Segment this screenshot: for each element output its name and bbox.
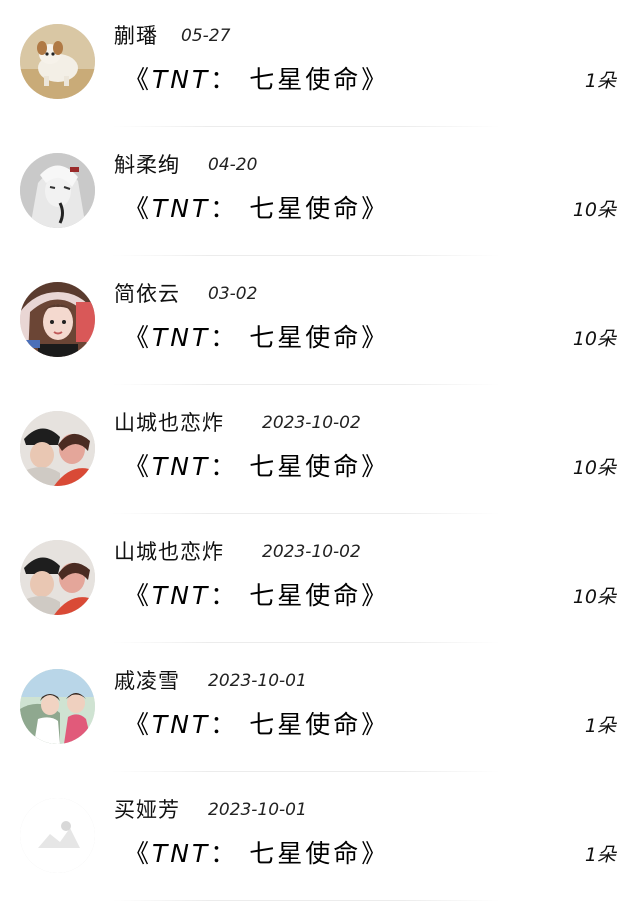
- title-bracket-close: 》: [361, 323, 390, 352]
- title-rest: ： 七星使命: [210, 452, 362, 481]
- divider: [112, 771, 500, 772]
- title-bracket-open: 《: [124, 839, 153, 868]
- username: 山城也恋炸: [114, 540, 224, 564]
- timestamp: 2023-10-02: [262, 413, 361, 433]
- timestamp: 2023-10-01: [208, 800, 307, 820]
- timestamp: 03-02: [208, 284, 258, 304]
- title-bracket-close: 》: [361, 65, 390, 94]
- title-bracket-close: 》: [361, 452, 390, 481]
- gift-count: 10朵: [572, 328, 616, 350]
- list-item[interactable]: 简依云 03-02 《TNT： 七星使命》 10朵: [0, 258, 640, 387]
- gift-count: 10朵: [572, 457, 616, 479]
- couple-photo-avatar[interactable]: [20, 540, 95, 615]
- username: 斛柔绚: [114, 153, 180, 177]
- username: 蒯璠: [114, 24, 158, 48]
- title-bracket-close: 》: [361, 581, 390, 610]
- gift-count: 1朵: [584, 70, 616, 92]
- list-item[interactable]: 斛柔绚 04-20 《TNT： 七星使命》 10朵: [0, 129, 640, 258]
- divider: [112, 513, 500, 514]
- puppy-avatar[interactable]: [20, 24, 95, 99]
- item-title: 《TNT： 七星使命》: [124, 834, 389, 870]
- list-item[interactable]: 买娅芳 2023-10-01 《TNT： 七星使命》 1朵: [0, 774, 640, 903]
- title-tnt: TNT: [152, 323, 211, 352]
- item-title: 《TNT： 七星使命》: [124, 705, 389, 741]
- username: 买娅芳: [114, 798, 180, 822]
- title-bracket-open: 《: [124, 194, 153, 223]
- gift-count: 10朵: [572, 199, 616, 221]
- gift-count: 1朵: [584, 844, 616, 866]
- title-bracket-close: 》: [361, 710, 390, 739]
- couple-photo-avatar[interactable]: [20, 411, 95, 486]
- title-bracket-open: 《: [124, 581, 153, 610]
- title-tnt: TNT: [152, 581, 211, 610]
- divider: [112, 255, 500, 256]
- item-title: 《TNT： 七星使命》: [124, 447, 389, 483]
- title-bracket-open: 《: [124, 65, 153, 94]
- divider: [112, 642, 500, 643]
- girl-photo-avatar[interactable]: [20, 282, 95, 357]
- title-rest: ： 七星使命: [210, 581, 362, 610]
- title-rest: ： 七星使命: [210, 710, 362, 739]
- title-tnt: TNT: [152, 65, 211, 94]
- timestamp: 2023-10-01: [208, 671, 307, 691]
- gift-count: 1朵: [584, 715, 616, 737]
- gift-count: 10朵: [572, 586, 616, 608]
- list-item[interactable]: 戚凌雪 2023-10-01 《TNT： 七星使命》 1朵: [0, 645, 640, 774]
- username: 戚凌雪: [114, 669, 180, 693]
- title-rest: ： 七星使命: [210, 194, 362, 223]
- item-title: 《TNT： 七星使命》: [124, 576, 389, 612]
- title-tnt: TNT: [152, 452, 211, 481]
- item-title: 《TNT： 七星使命》: [124, 189, 389, 225]
- list-item[interactable]: 山城也恋炸 2023-10-02 《TNT： 七星使命》 10朵: [0, 516, 640, 645]
- title-tnt: TNT: [152, 710, 211, 739]
- divider: [112, 126, 500, 127]
- title-bracket-close: 》: [361, 194, 390, 223]
- timestamp: 2023-10-02: [262, 542, 361, 562]
- title-bracket-open: 《: [124, 710, 153, 739]
- list-item[interactable]: 蒯璠 05-27 《TNT： 七星使命》 1朵: [0, 0, 640, 129]
- title-rest: ： 七星使命: [210, 839, 362, 868]
- title-rest: ： 七星使命: [210, 65, 362, 94]
- timestamp: 04-20: [208, 155, 258, 175]
- title-rest: ： 七星使命: [210, 323, 362, 352]
- item-title: 《TNT： 七星使命》: [124, 60, 389, 96]
- timestamp: 05-27: [181, 26, 231, 46]
- divider: [112, 384, 500, 385]
- username: 山城也恋炸: [114, 411, 224, 435]
- divider: [112, 900, 500, 901]
- list-item[interactable]: 山城也恋炸 2023-10-02 《TNT： 七星使命》 10朵: [0, 387, 640, 516]
- title-tnt: TNT: [152, 839, 211, 868]
- item-title: 《TNT： 七星使命》: [124, 318, 389, 354]
- title-tnt: TNT: [152, 194, 211, 223]
- gift-record-list: 蒯璠 05-27 《TNT： 七星使命》 1朵 斛柔绚 04-20 《TNT： …: [0, 0, 640, 902]
- title-bracket-open: 《: [124, 452, 153, 481]
- username: 简依云: [114, 282, 180, 306]
- title-bracket-close: 》: [361, 839, 390, 868]
- anime-character-avatar[interactable]: [20, 153, 95, 228]
- faded-avatar[interactable]: [20, 798, 95, 873]
- title-bracket-open: 《: [124, 323, 153, 352]
- girl-outdoor-avatar[interactable]: [20, 669, 95, 744]
